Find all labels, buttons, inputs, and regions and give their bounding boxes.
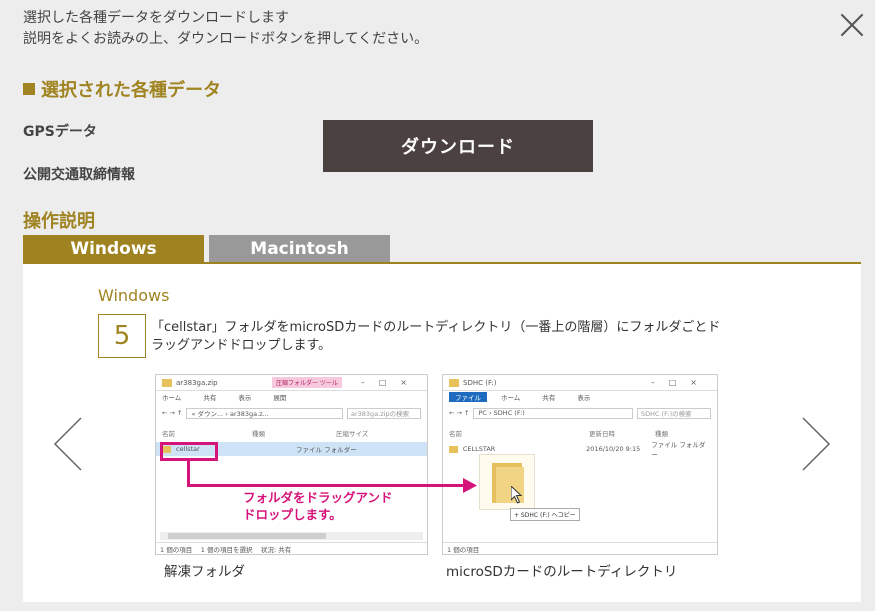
caption-extracted-folder: 解凍フォルダ xyxy=(164,564,245,580)
drag-text-line-1: フォルダをドラッグアンド xyxy=(243,490,393,505)
col-date: 更新日時 xyxy=(589,430,615,438)
folder-icon xyxy=(449,445,458,453)
col-name: 名前 xyxy=(162,430,175,438)
step-text: 「cellstar」フォルダをmicroSDカードのルートディレクトリ（一番上の… xyxy=(151,320,721,353)
tab-macintosh[interactable]: Macintosh xyxy=(209,235,390,262)
mouse-cursor-icon xyxy=(511,486,523,504)
col-size: 圧縮サイズ xyxy=(336,430,369,438)
explorer-ribbon: ホーム 共有 表示 展開 xyxy=(156,391,427,402)
file-date: 2016/10/20 9:15 xyxy=(586,445,641,453)
address-bar: « ダウン... › ar383ga.z... xyxy=(186,407,343,419)
window-controls-icon: –□× xyxy=(650,378,711,387)
download-button[interactable]: ダウンロード xyxy=(323,120,593,172)
os-label: Windows xyxy=(98,286,170,305)
drag-text-line-2: ドロップします。 xyxy=(243,507,342,522)
ribbon-extract: 展開 xyxy=(273,393,287,402)
os-tabs: Windows Macintosh xyxy=(23,235,395,262)
step-number: 5 xyxy=(98,314,146,358)
nav-arrows-icon: ← → ↑ xyxy=(162,409,183,417)
instructions-panel: Windows 5 「cellstar」フォルダをmicroSDカードのルートデ… xyxy=(23,262,861,602)
column-headers: 名前 種類 圧縮サイズ xyxy=(156,424,427,442)
explorer-titlebar: SDHC (F:) –□× xyxy=(443,375,717,391)
drag-path-vertical xyxy=(187,460,190,486)
col-type: 種類 xyxy=(655,430,668,438)
ribbon-home: ホーム xyxy=(162,393,182,402)
nav-arrows-icon: ← → ↑ xyxy=(449,409,470,417)
folder-icon xyxy=(162,378,172,387)
close-icon[interactable] xyxy=(839,12,865,38)
drag-arrowhead-icon xyxy=(463,478,477,493)
data-item-traffic: 公開交通取締情報 xyxy=(23,167,135,183)
caption-sd-root: microSDカードのルートディレクトリ xyxy=(446,564,678,580)
address-row: ← → ↑ « ダウン... › ar383ga.z... ar383ga.zi… xyxy=(162,406,421,420)
prev-arrow-icon[interactable] xyxy=(51,414,91,474)
ribbon-file: ファイル xyxy=(449,391,487,402)
search-box: SDHC (F:)の検索 xyxy=(637,407,711,419)
explorer-screenshot-zip: ar383ga.zip 圧縮フォルダー ツール –□× ホーム 共有 表示 展開… xyxy=(155,374,428,555)
intro-line-2: 説明をよくお読みの上、ダウンロードボタンを押してください。 xyxy=(23,31,429,47)
intro-line-1: 選択した各種データをダウンロードします xyxy=(23,10,289,26)
drive-icon xyxy=(449,378,459,387)
file-name: CELLSTAR xyxy=(462,445,496,453)
drag-instruction: フォルダをドラッグアンド ドロップします。 xyxy=(243,489,393,523)
ribbon-share: 共有 xyxy=(203,393,217,402)
explorer-ribbon: ファイル ホーム 共有 表示 xyxy=(443,391,717,402)
address-bar: PC › SDHC (F:) xyxy=(473,407,633,419)
ribbon-home: ホーム xyxy=(501,393,521,402)
dragged-folder-icon xyxy=(479,454,535,510)
next-arrow-icon[interactable] xyxy=(793,414,833,474)
tab-windows[interactable]: Windows xyxy=(23,235,204,262)
address-row: ← → ↑ PC › SDHC (F:) SDHC (F:)の検索 xyxy=(449,406,711,420)
col-name: 名前 xyxy=(449,430,462,438)
explorer-titlebar: ar383ga.zip 圧縮フォルダー ツール –□× xyxy=(156,375,427,391)
ribbon-view: 表示 xyxy=(238,393,252,402)
instructions-heading: 操作説明 xyxy=(23,211,95,232)
drag-path-horizontal xyxy=(187,484,467,487)
file-type: ファイル フォルダー xyxy=(296,446,357,454)
status-bar: 1 個の項目 1 個の項目を選択 状況: 共有 xyxy=(156,542,427,554)
copy-tooltip: + SDHC (F:) へコピー xyxy=(510,508,580,521)
intro-text: 選択した各種データをダウンロードします 説明をよくお読みの上、ダウンロードボタン… xyxy=(23,8,428,50)
explorer-title: SDHC (F:) xyxy=(463,378,497,387)
scrollbar xyxy=(160,532,423,540)
ribbon-share: 共有 xyxy=(542,393,556,402)
col-type: 種類 xyxy=(252,430,265,438)
drag-source-highlight xyxy=(160,442,218,461)
selected-data-title: 選択された各種データ xyxy=(41,80,221,101)
data-item-gps: GPSデータ xyxy=(23,124,97,140)
window-controls-icon: –□× xyxy=(360,378,421,387)
status-bar: 1 個の項目 xyxy=(443,542,717,554)
file-type: ファイル フォルダー xyxy=(651,441,706,459)
context-tab: 圧縮フォルダー ツール xyxy=(272,377,342,388)
explorer-title: ar383ga.zip xyxy=(176,378,218,387)
square-bullet-icon xyxy=(23,83,35,95)
ribbon-view: 表示 xyxy=(577,393,591,402)
search-box: ar383ga.zipの検索 xyxy=(347,407,421,419)
selected-data-heading: 選択された各種データ xyxy=(23,76,221,102)
